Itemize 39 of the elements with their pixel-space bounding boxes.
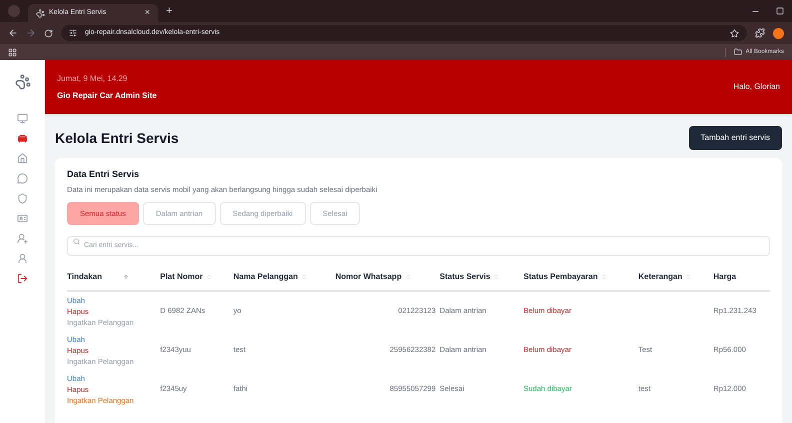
column-header[interactable]: Keterangan bbox=[638, 264, 714, 290]
column-header[interactable]: Tindakan bbox=[67, 264, 160, 290]
forward-icon[interactable] bbox=[26, 28, 36, 38]
add-entry-button[interactable]: Tambah entri servis bbox=[688, 126, 782, 150]
logout-icon[interactable] bbox=[17, 273, 28, 284]
id-card-icon[interactable] bbox=[17, 213, 28, 224]
site-title: Gio Repair Car Admin Site bbox=[57, 90, 157, 102]
search-icon bbox=[73, 238, 80, 245]
column-header[interactable]: Nama Pelanggan bbox=[233, 264, 336, 290]
column-header[interactable]: Status Pembayaran bbox=[524, 264, 638, 290]
chat-icon[interactable] bbox=[17, 173, 28, 184]
column-header[interactable]: Status Servis bbox=[440, 264, 524, 290]
apps-icon[interactable] bbox=[8, 48, 17, 56]
back-icon[interactable] bbox=[8, 28, 18, 38]
column-header[interactable]: Plat Nomor bbox=[160, 264, 234, 290]
bookmark-star-icon[interactable] bbox=[730, 28, 739, 38]
paw-icon bbox=[36, 8, 45, 18]
car-icon[interactable] bbox=[17, 133, 28, 144]
sort-ascending-icon bbox=[122, 274, 129, 280]
shield-icon[interactable] bbox=[17, 193, 28, 204]
page-title: Kelola Entri Servis bbox=[55, 128, 179, 148]
monitor-icon[interactable] bbox=[17, 113, 28, 124]
column-header[interactable]: Nomor Whatsapp bbox=[335, 264, 440, 290]
column-header[interactable]: Harga bbox=[713, 264, 770, 290]
user-icon[interactable] bbox=[17, 253, 28, 264]
new-tab-button[interactable]: + bbox=[166, 2, 172, 20]
home-icon[interactable] bbox=[17, 153, 28, 164]
site-settings-icon bbox=[69, 29, 77, 37]
greeting-text: Halo, Glorian bbox=[733, 81, 780, 93]
reload-icon[interactable] bbox=[44, 28, 53, 38]
maximize-icon[interactable] bbox=[776, 7, 784, 15]
card-title: Data Entri Servis bbox=[67, 168, 140, 181]
date-text: Jumat, 9 Mei, 14.29 bbox=[57, 72, 128, 84]
profile-avatar[interactable] bbox=[773, 28, 784, 38]
folder-icon bbox=[734, 48, 742, 56]
add-user-icon[interactable] bbox=[17, 233, 28, 244]
extensions-icon[interactable] bbox=[755, 28, 765, 38]
close-tab-button[interactable]: × bbox=[144, 6, 150, 20]
paw-logo-icon bbox=[14, 74, 30, 90]
